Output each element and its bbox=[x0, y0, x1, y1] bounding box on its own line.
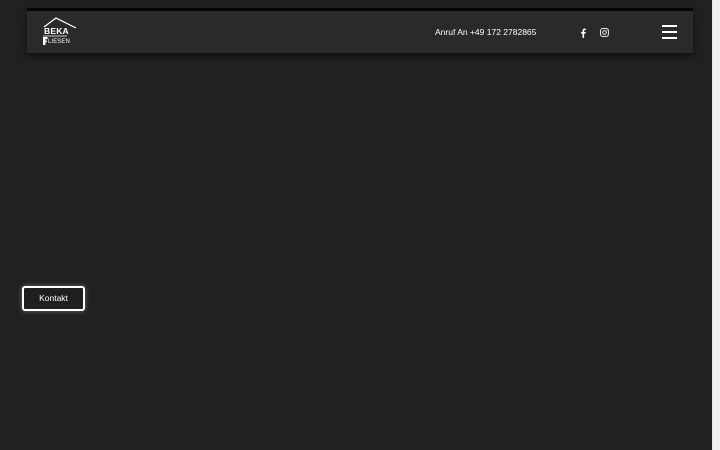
facebook-icon[interactable] bbox=[579, 28, 587, 38]
phone-call-link[interactable]: Anruf An +49 172 2782865 bbox=[435, 26, 536, 38]
beka-fliesen-logo[interactable]: BEKA LIESEN bbox=[40, 16, 78, 48]
menu-line bbox=[662, 25, 677, 27]
instagram-icon[interactable] bbox=[600, 28, 609, 37]
logo-subtitle: LIESEN bbox=[48, 39, 70, 45]
contact-button[interactable]: Kontakt bbox=[22, 286, 85, 311]
logo-text: BEKA bbox=[44, 26, 69, 36]
vertical-scrollbar[interactable] bbox=[712, 0, 720, 450]
site-header: BEKA LIESEN Anruf An +49 172 2782865 bbox=[27, 8, 693, 53]
hamburger-menu-icon[interactable] bbox=[662, 24, 677, 40]
menu-line bbox=[662, 31, 677, 33]
page-viewport: BEKA LIESEN Anruf An +49 172 2782865 Kon… bbox=[0, 0, 712, 450]
menu-line bbox=[662, 37, 677, 39]
